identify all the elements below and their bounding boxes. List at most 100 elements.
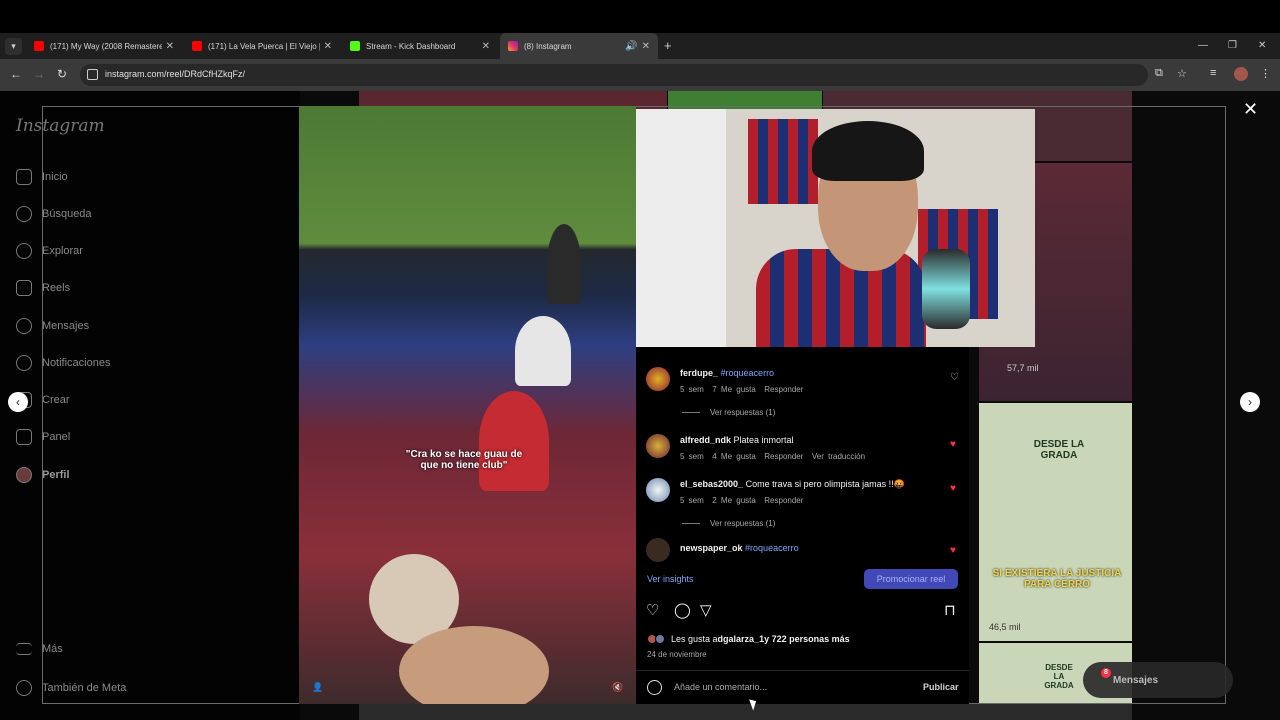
promote-reel-button[interactable]: Promocionar reel — [864, 569, 958, 589]
profile-avatar[interactable] — [1234, 67, 1248, 81]
tagged-user-icon[interactable]: 👤 — [312, 682, 323, 693]
tab-search-button[interactable]: ▾ — [5, 38, 22, 55]
kick-icon — [350, 41, 360, 51]
kebab-menu-icon[interactable]: ⋮ — [1260, 67, 1271, 80]
comment-age: 5 sem — [680, 385, 704, 394]
comment-username[interactable]: el_sebas2000_ — [680, 479, 743, 489]
action-bar: ♡ ◯ ▽ ⊓ — [646, 601, 962, 621]
url-bar[interactable]: instagram.com/reel/DRdCfHZkqFz/ — [80, 64, 1148, 86]
bg-tile — [359, 703, 1132, 720]
new-tab-button[interactable]: + — [664, 38, 672, 53]
comment-bubble-icon[interactable]: ◯ — [674, 601, 691, 619]
reel-caption: "Cra ko se hace guau de que no tiene clu… — [405, 449, 523, 471]
close-modal-icon[interactable]: ✕ — [1243, 99, 1258, 120]
bookmark-star-icon[interactable]: ☆ — [1177, 67, 1187, 80]
microphone — [922, 249, 970, 329]
install-app-icon[interactable]: ⧉ — [1155, 67, 1163, 80]
comment-likes[interactable]: 2 Me gusta — [712, 496, 756, 505]
video-figure — [515, 316, 571, 386]
close-tab-icon[interactable]: ✕ — [482, 41, 490, 52]
comment-age: 5 sem — [680, 496, 704, 505]
reply-button[interactable]: Responder — [764, 385, 803, 394]
compass-icon — [16, 243, 32, 259]
webcam-overlay — [636, 109, 1035, 347]
comment-text: Platea inmortal — [733, 435, 794, 445]
messages-pill[interactable]: 8 Mensajes — [1083, 662, 1233, 698]
media-control-icon[interactable]: ≡ — [1210, 67, 1216, 79]
comment-username[interactable]: newspaper_ok — [680, 543, 743, 553]
close-tab-icon[interactable]: ✕ — [642, 41, 650, 52]
youtube-icon — [34, 41, 44, 51]
notification-badge: 8 — [1101, 668, 1111, 678]
heart-outline-icon[interactable]: ♡ — [950, 372, 959, 383]
reel-video[interactable]: "Cra ko se hace guau de que no tiene clu… — [299, 106, 636, 704]
comment-age: 5 sem — [680, 452, 704, 461]
avatar[interactable] — [646, 538, 670, 562]
minimize-icon[interactable]: — — [1198, 40, 1208, 51]
comment-text: Come trava si pero olimpista jamas !!🤬 — [745, 479, 905, 489]
save-bookmark-icon[interactable]: ⊓ — [944, 601, 956, 619]
heart-icon — [16, 355, 32, 371]
site-info-icon[interactable] — [87, 69, 98, 80]
view-replies[interactable]: Ver respuestas (1) — [682, 519, 775, 528]
comments-panel: ferdupe_ #roqueacerro 5 sem 7 Me gusta R… — [636, 347, 969, 704]
heart-filled-icon[interactable]: ♥ — [950, 439, 956, 450]
comment-username[interactable]: alfredd_ndk — [680, 435, 731, 445]
reels-icon — [16, 280, 32, 296]
avatar[interactable] — [646, 478, 670, 502]
tab-1[interactable]: (171) My Way (2008 Remastered) ✕ — [26, 33, 182, 59]
publish-button[interactable]: Publicar — [923, 682, 959, 692]
post-date: 24 de noviembre — [647, 650, 707, 659]
liker-avatar — [655, 634, 665, 644]
avatar-icon — [16, 467, 32, 483]
search-icon — [16, 206, 32, 222]
share-send-icon[interactable]: ▽ — [700, 601, 712, 619]
heart-filled-icon[interactable]: ♥ — [950, 545, 956, 556]
youtube-icon — [192, 41, 202, 51]
likes-summary[interactable]: Les gusta a dgalarza_1 y 722 personas má… — [647, 634, 850, 644]
reply-button[interactable]: Responder — [764, 452, 803, 461]
comment-likes[interactable]: 7 Me gusta — [712, 385, 756, 394]
prev-arrow-icon[interactable]: ‹ — [8, 392, 28, 412]
tab-3[interactable]: Stream - Kick Dashboard ✕ — [342, 33, 498, 59]
video-figure — [547, 224, 581, 304]
translate-button[interactable]: Ver traducción — [812, 452, 865, 461]
close-tab-icon[interactable]: ✕ — [324, 41, 332, 52]
next-arrow-icon[interactable]: › — [1240, 392, 1260, 412]
avatar[interactable] — [646, 367, 670, 391]
comment-input[interactable]: Añade un comentario... — [674, 682, 767, 692]
reply-button[interactable]: Responder — [764, 496, 803, 505]
home-icon — [16, 169, 32, 185]
comment-username[interactable]: ferdupe_ — [680, 368, 718, 378]
tab-4-active[interactable]: (8) Instagram 🔊 ✕ — [500, 33, 658, 59]
restore-icon[interactable]: ❐ — [1228, 40, 1237, 51]
comment-text[interactable]: #roqueacerro — [721, 368, 775, 378]
instagram-page: 57,7 mil DESDE LA GRADA SI EXISTIERA LA … — [0, 91, 1280, 720]
heart-filled-icon[interactable]: ♥ — [950, 483, 956, 494]
view-insights-link[interactable]: Ver insights — [647, 574, 694, 584]
emoji-icon[interactable] — [647, 680, 662, 695]
close-tab-icon[interactable]: ✕ — [166, 41, 174, 52]
mute-icon[interactable]: 🔇 — [612, 682, 623, 693]
speaker-icon[interactable]: 🔊 — [625, 41, 637, 52]
meta-icon — [16, 680, 32, 696]
close-window-icon[interactable]: ✕ — [1258, 40, 1266, 51]
messenger-icon — [16, 318, 32, 334]
tab-2[interactable]: (171) La Vela Puerca | El Viejo | Er... … — [184, 33, 340, 59]
reload-icon[interactable]: ↻ — [57, 67, 67, 81]
avatar[interactable] — [646, 434, 670, 458]
screen-top-bar — [0, 0, 1280, 33]
chart-icon — [16, 429, 32, 445]
back-icon[interactable]: ← — [10, 67, 22, 81]
add-comment-bar: Añade un comentario... Publicar — [636, 670, 969, 704]
instagram-icon — [508, 41, 518, 51]
comment-text[interactable]: #roqueacerro — [745, 543, 799, 553]
hanging-jersey — [748, 119, 818, 204]
likes-user[interactable]: dgalarza_1 — [718, 634, 765, 644]
view-replies[interactable]: Ver respuestas (1) — [682, 408, 775, 417]
forward-icon[interactable]: → — [33, 67, 45, 81]
comment-likes[interactable]: 4 Me gusta — [712, 452, 756, 461]
video-figure — [479, 391, 549, 491]
tab-strip: ▾ (171) My Way (2008 Remastered) ✕ (171)… — [0, 33, 1280, 59]
like-heart-icon[interactable]: ♡ — [646, 601, 659, 619]
